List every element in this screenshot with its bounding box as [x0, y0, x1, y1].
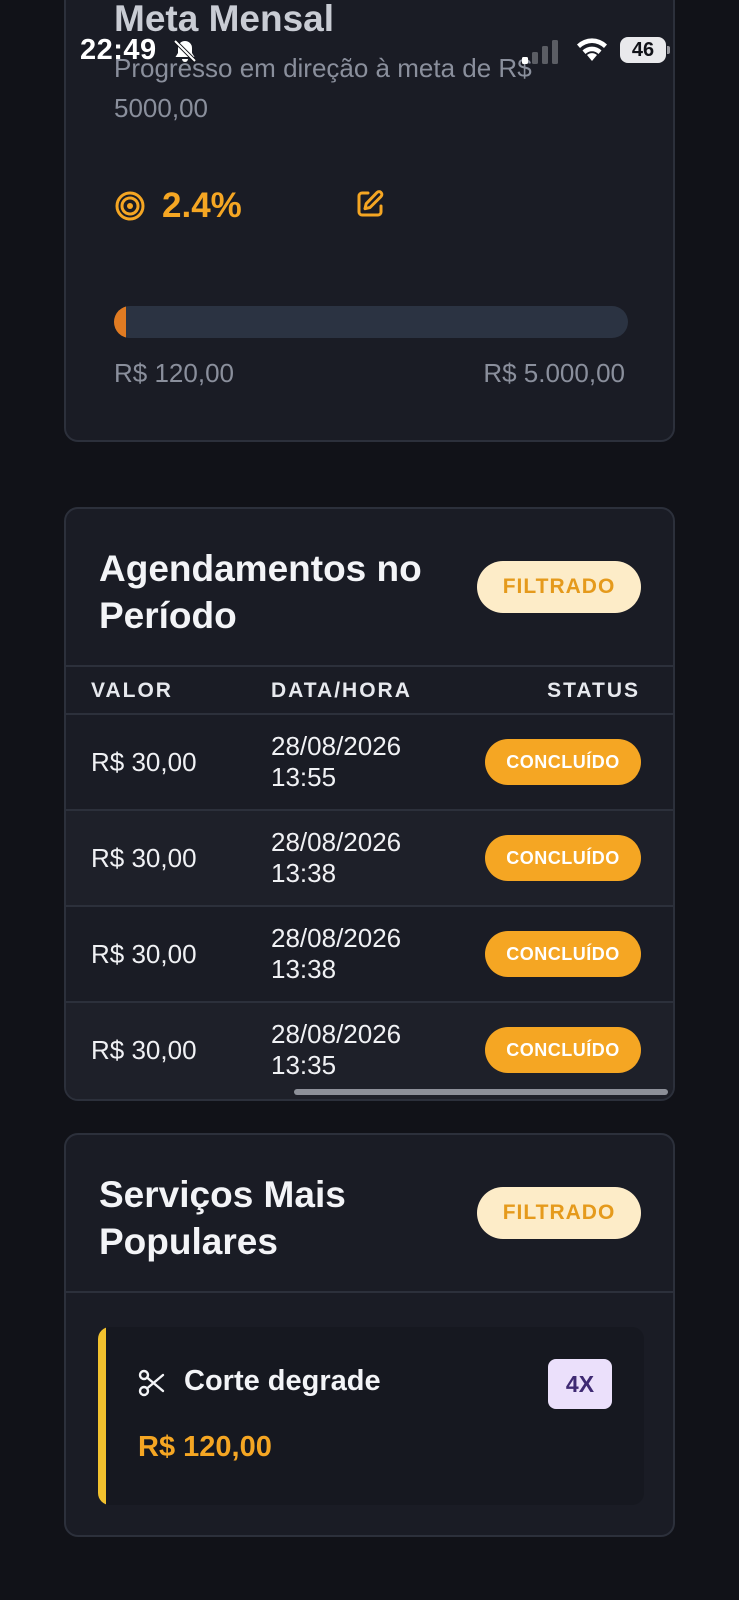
appointments-card: Agendamentos no Período FILTRADO VALOR D… — [64, 507, 675, 1101]
row-valor: R$ 30,00 — [91, 843, 197, 873]
appointments-title: Agendamentos no Período — [99, 548, 422, 636]
row-valor: R$ 30,00 — [91, 939, 197, 969]
service-accent-bar — [98, 1327, 106, 1505]
table-header: VALOR DATA/HORA STATUS — [66, 667, 673, 715]
goal-target-value: R$ 5.000,00 — [483, 358, 625, 388]
column-header-status[interactable]: STATUS — [547, 679, 640, 703]
column-header-valor[interactable]: VALOR — [91, 679, 173, 703]
row-date: 28/08/2026 — [271, 923, 402, 953]
appointments-header: Agendamentos no Período FILTRADO — [66, 509, 673, 667]
battery-icon: 46 — [620, 37, 670, 63]
popular-services-card: Serviços Mais Populares FILTRADO Corte d… — [64, 1133, 675, 1537]
row-datetime: 28/08/2026 13:35 — [271, 1019, 401, 1081]
service-item[interactable]: Corte degrade 4X R$ 120,00 — [98, 1327, 644, 1505]
row-time: 13:38 — [271, 954, 337, 984]
horizontal-scrollbar[interactable] — [294, 1089, 668, 1095]
table-row[interactable]: R$ 30,00 28/08/2026 13:38 CONCLUÍDO — [66, 907, 673, 1003]
row-valor: R$ 30,00 — [91, 1035, 197, 1065]
popular-services-title: Serviços Mais Populares — [99, 1174, 346, 1262]
status-bar: 22:49 46 — [0, 0, 739, 100]
scissors-icon — [138, 1369, 165, 1397]
status-badge: CONCLUÍDO — [485, 739, 641, 785]
bell-slash-icon — [173, 39, 197, 63]
row-datetime: 28/08/2026 13:55 — [271, 731, 401, 793]
table-row[interactable]: R$ 30,00 28/08/2026 13:35 CONCLUÍDO — [66, 1003, 673, 1099]
target-icon — [115, 191, 145, 221]
goal-current-value: R$ 120,00 — [114, 358, 234, 388]
table-row[interactable]: R$ 30,00 28/08/2026 13:38 CONCLUÍDO — [66, 811, 673, 907]
filter-badge[interactable]: FILTRADO — [477, 1187, 641, 1239]
row-date: 28/08/2026 — [271, 1019, 402, 1049]
status-badge: CONCLUÍDO — [485, 1027, 641, 1073]
goal-percent: 2.4% — [162, 186, 242, 225]
row-time: 13:35 — [271, 1050, 337, 1080]
column-header-data-hora[interactable]: DATA/HORA — [271, 679, 412, 703]
row-time: 13:55 — [271, 762, 337, 792]
service-name: Corte degrade — [184, 1365, 381, 1397]
row-time: 13:38 — [271, 858, 337, 888]
goal-progress-row: 2.4% — [114, 186, 384, 226]
row-date: 28/08/2026 — [271, 827, 402, 857]
table-row[interactable]: R$ 30,00 28/08/2026 13:55 CONCLUÍDO — [66, 715, 673, 811]
battery-level: 46 — [620, 37, 666, 63]
status-badge: CONCLUÍDO — [485, 931, 641, 977]
service-price: R$ 120,00 — [138, 1431, 272, 1463]
wifi-icon — [577, 38, 607, 61]
edit-icon[interactable] — [354, 188, 386, 220]
status-badge: CONCLUÍDO — [485, 835, 641, 881]
row-date: 28/08/2026 — [271, 731, 402, 761]
signal-icon — [522, 40, 558, 64]
goal-progress-bar — [114, 306, 628, 338]
row-datetime: 28/08/2026 13:38 — [271, 923, 401, 985]
row-datetime: 28/08/2026 13:38 — [271, 827, 401, 889]
page: Meta Mensal Progresso em direção à meta … — [0, 0, 739, 1600]
battery-nub — [667, 46, 670, 54]
row-valor: R$ 30,00 — [91, 747, 197, 777]
status-time: 22:49 — [80, 34, 157, 66]
filter-badge[interactable]: FILTRADO — [477, 561, 641, 613]
service-count-badge: 4X — [548, 1359, 612, 1409]
goal-progress-fill — [114, 306, 127, 338]
popular-services-header: Serviços Mais Populares FILTRADO — [66, 1135, 673, 1293]
